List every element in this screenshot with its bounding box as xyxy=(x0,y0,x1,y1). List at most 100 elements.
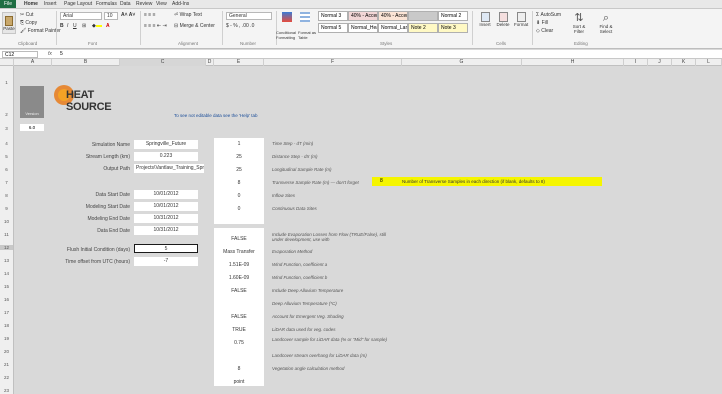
param-value[interactable]: 0.223 xyxy=(134,152,198,161)
row-header[interactable]: 16 xyxy=(0,297,13,302)
format-painter-button[interactable]: 🖌 Format Painter xyxy=(20,28,61,34)
style-normal-heat[interactable]: Normal_Heat xyxy=(348,23,378,33)
param-value[interactable]: 10/31/2012 xyxy=(134,214,198,223)
font-size-select[interactable]: 10 xyxy=(104,12,118,20)
selected-cell-c12[interactable]: 5 xyxy=(134,244,198,253)
wrap-text-button[interactable]: ⏎ Wrap Text xyxy=(174,12,202,18)
select-all-corner[interactable] xyxy=(0,59,14,66)
column-header[interactable]: C xyxy=(120,59,206,66)
row-header[interactable]: 8 xyxy=(0,193,13,198)
row-header[interactable]: 10 xyxy=(0,219,13,224)
param-value[interactable]: Projects\Vantlaw_Training_Springville_20… xyxy=(134,164,204,173)
number-format-select[interactable]: General xyxy=(226,12,272,20)
tab-add-ins[interactable]: Add-Ins xyxy=(172,1,189,7)
row-header[interactable]: 19 xyxy=(0,336,13,341)
param-value[interactable]: 0 xyxy=(214,193,264,199)
param-value[interactable]: 1.60E-09 xyxy=(214,275,264,281)
fx-icon[interactable]: fx xyxy=(48,51,52,57)
param-value[interactable]: Mass Transfer xyxy=(214,249,264,255)
tab-view[interactable]: View xyxy=(156,1,167,7)
row-header[interactable]: 3 xyxy=(0,126,13,131)
param-value[interactable]: 10/01/2012 xyxy=(134,202,198,211)
param-value[interactable]: 8 xyxy=(214,366,264,372)
font-color-button[interactable]: A xyxy=(106,23,110,29)
highlight-value[interactable]: 8 xyxy=(380,178,383,184)
param-value[interactable]: 8 xyxy=(214,180,264,186)
underline-button[interactable]: U xyxy=(73,23,77,29)
param-value[interactable]: 25 xyxy=(214,154,264,160)
style-accent-1[interactable]: 40% - Accent... xyxy=(348,11,378,21)
row-header[interactable]: 14 xyxy=(0,271,13,276)
column-header[interactable]: D xyxy=(206,59,214,66)
style-normal-2[interactable]: Normal 2 xyxy=(438,11,468,21)
name-box[interactable]: C12 xyxy=(2,51,38,58)
row-header[interactable]: 4 xyxy=(0,141,13,146)
row-header[interactable]: 12 xyxy=(0,245,13,250)
param-value[interactable]: TRUE xyxy=(214,327,264,333)
param-value[interactable]: 10/31/2012 xyxy=(134,226,198,235)
style-gray[interactable] xyxy=(408,11,438,21)
style-normal-5[interactable]: Normal 5 xyxy=(318,23,348,33)
column-header[interactable]: H xyxy=(522,59,624,66)
row-header[interactable]: 22 xyxy=(0,375,13,380)
style-accent-2[interactable]: 40% - Accent... xyxy=(378,11,408,21)
format-as-table-button[interactable] xyxy=(298,12,312,30)
column-header[interactable]: L xyxy=(696,59,722,66)
row-header[interactable]: 9 xyxy=(0,206,13,211)
insert-cells-button[interactable]: Insert xyxy=(478,12,492,27)
find-select-button[interactable]: ⌕ Find & Select xyxy=(594,12,618,34)
style-normal-3[interactable]: Normal 3 xyxy=(318,11,348,21)
row-header[interactable]: 18 xyxy=(0,323,13,328)
column-header[interactable]: A xyxy=(14,59,52,66)
param-value[interactable]: 1 xyxy=(214,141,264,147)
tab-file[interactable]: File xyxy=(0,0,17,8)
copy-button[interactable]: ⎘ Copy xyxy=(20,20,37,26)
tab-review[interactable]: Review xyxy=(136,1,152,7)
sort-filter-button[interactable]: ⇅ Sort & Filter xyxy=(568,12,590,34)
fill-color-button[interactable]: ◆ xyxy=(92,23,102,29)
tab-page-layout[interactable]: Page Layout xyxy=(64,1,92,7)
row-header[interactable]: 13 xyxy=(0,258,13,263)
param-value[interactable]: 25 xyxy=(214,167,264,173)
align-top-button[interactable]: ≡ ≡ ≡ xyxy=(144,12,156,18)
param-value[interactable]: 0.75 xyxy=(214,340,264,346)
row-header[interactable]: 6 xyxy=(0,167,13,172)
cut-button[interactable]: ✂ Cut xyxy=(20,12,33,18)
tab-formulas[interactable]: Formulas xyxy=(96,1,117,7)
row-header[interactable]: 17 xyxy=(0,310,13,315)
style-normal-land[interactable]: Normal_Land... xyxy=(378,23,408,33)
style-note-2[interactable]: Note 2 xyxy=(408,23,438,33)
clear-button[interactable]: ◇ Clear xyxy=(536,28,553,34)
column-header[interactable]: E xyxy=(214,59,264,66)
column-header[interactable]: J xyxy=(648,59,672,66)
param-value[interactable]: Springville_Future xyxy=(134,140,198,149)
row-header[interactable]: 1 xyxy=(0,80,13,85)
column-header[interactable]: B xyxy=(52,59,120,66)
autosum-button[interactable]: Σ AutoSum xyxy=(536,12,561,18)
row-header[interactable]: 11 xyxy=(0,232,13,237)
param-value[interactable]: 10/01/2012 xyxy=(134,190,198,199)
param-value[interactable]: 0 xyxy=(214,206,264,212)
number-format-buttons[interactable]: $ - % , .00 .0 xyxy=(226,23,254,29)
merge-center-button[interactable]: ⊟ Merge & Center xyxy=(174,23,215,29)
row-header[interactable]: 20 xyxy=(0,349,13,354)
param-value[interactable]: FALSE xyxy=(214,314,264,320)
param-value[interactable]: FALSE xyxy=(214,236,264,242)
param-value[interactable]: FALSE xyxy=(214,288,264,294)
font-name-select[interactable]: Arial xyxy=(60,12,102,20)
grow-font-button[interactable]: A˄ A˅ xyxy=(121,12,135,18)
column-header[interactable]: F xyxy=(264,59,402,66)
conditional-formatting-button[interactable] xyxy=(280,12,294,30)
paste-button[interactable]: Paste xyxy=(2,12,16,34)
row-header[interactable]: 15 xyxy=(0,284,13,289)
param-value[interactable]: 1.51E-09 xyxy=(214,262,264,268)
style-note-3[interactable]: Note 3 xyxy=(438,23,468,33)
row-header[interactable]: 23 xyxy=(0,388,13,393)
fill-button[interactable]: ⬇ Fill xyxy=(536,20,548,26)
delete-cells-button[interactable]: Delete xyxy=(496,12,510,27)
worksheet[interactable]: Version 6.0 HEAT SOURCE To see not edita… xyxy=(14,66,722,394)
borders-button[interactable]: ⊞ xyxy=(82,23,86,29)
italic-button[interactable]: I xyxy=(67,23,68,29)
row-header[interactable]: 5 xyxy=(0,154,13,159)
row-header[interactable]: 7 xyxy=(0,180,13,185)
